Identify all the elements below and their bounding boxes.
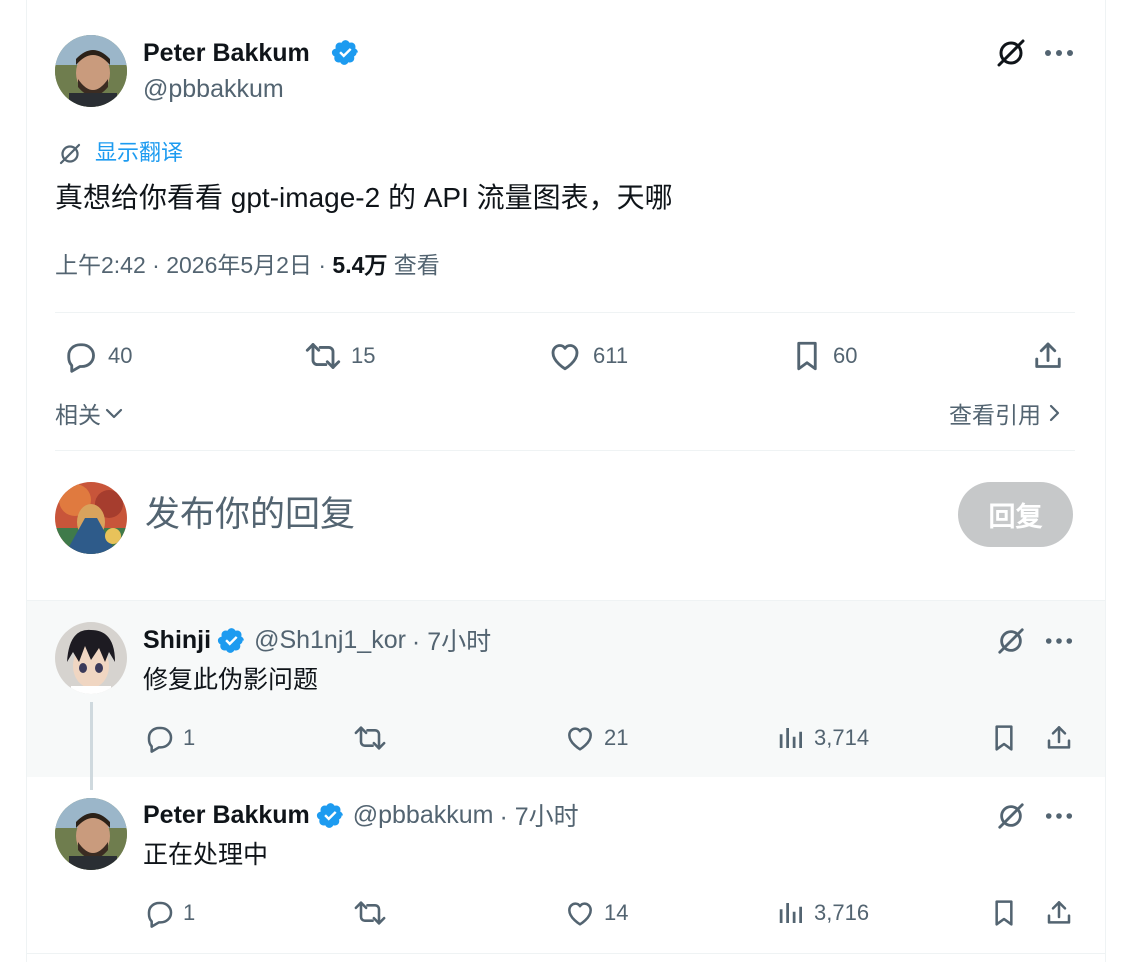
views-count: 3,716 <box>814 900 870 925</box>
main-tweet-meta: 上午2:42 · 2026年5月2日 · 5.4万 查看 <box>55 250 440 280</box>
related-label: 相关 <box>55 402 101 428</box>
reply-button[interactable]: 回复 <box>958 482 1073 547</box>
share-action[interactable] <box>1030 338 1066 374</box>
main-tweet-time[interactable]: 上午2:42 · 2026年5月2日 · <box>55 252 326 278</box>
like-action[interactable]: 611 <box>547 338 628 374</box>
verified-badge-icon <box>316 801 345 830</box>
bookmark-action[interactable] <box>988 897 1020 929</box>
reply2-time[interactable]: · 7小时 <box>499 797 578 833</box>
retweet-action[interactable] <box>352 722 396 754</box>
reply-action[interactable]: 40 <box>62 338 132 374</box>
reply1-thread-line <box>90 702 93 790</box>
like-count: 14 <box>604 900 629 925</box>
reply-action[interactable]: 1 <box>143 897 195 929</box>
related-toggle[interactable]: 相关 <box>55 398 124 428</box>
reply-action[interactable]: 1 <box>143 722 195 754</box>
more-icon[interactable] <box>1042 802 1076 830</box>
views-action[interactable]: 3,714 <box>776 722 869 754</box>
main-author-name[interactable]: Peter Bakkum <box>143 38 310 68</box>
grok-icon[interactable] <box>994 799 1028 833</box>
bookmark-action[interactable] <box>988 722 1020 754</box>
like-action[interactable]: 14 <box>564 897 628 929</box>
chevron-down-icon <box>104 406 124 420</box>
page: Peter Bakkum @pbbakkum 显示翻译 真想给你看看 gpt-i… <box>0 0 1142 962</box>
verified-badge-icon <box>217 626 246 655</box>
reply1-author-name[interactable]: Shinji <box>143 626 211 655</box>
reply2-author-handle[interactable]: @pbbakkum <box>353 801 494 830</box>
grok-icon[interactable] <box>994 624 1028 658</box>
reply2-header: Peter Bakkum @pbbakkum · 7小时 <box>143 797 579 833</box>
current-user-avatar[interactable] <box>55 482 127 554</box>
reply-count: 40 <box>108 343 133 368</box>
reply1-author-avatar[interactable] <box>55 622 127 694</box>
views-count: 3,714 <box>814 725 870 750</box>
divider <box>26 953 1106 954</box>
retweet-action[interactable] <box>352 897 396 929</box>
share-action[interactable] <box>1043 897 1075 929</box>
grok-icon[interactable] <box>993 35 1029 71</box>
more-icon[interactable] <box>1042 627 1076 655</box>
chevron-right-icon <box>1047 403 1061 423</box>
main-author-avatar[interactable] <box>55 35 127 107</box>
like-count: 21 <box>604 725 629 750</box>
reply1-text: 修复此伪影问题 <box>143 666 319 694</box>
views-action[interactable]: 3,716 <box>776 897 869 929</box>
main-tweet-views-label: 查看 <box>393 252 440 278</box>
more-icon[interactable] <box>1042 38 1076 68</box>
reply1-author-handle[interactable]: @Sh1nj1_kor <box>254 626 406 655</box>
view-quotes-label: 查看引用 <box>949 402 1041 428</box>
main-tweet-text: 真想给你看看 gpt-image-2 的 API 流量图表，天哪 <box>55 182 673 213</box>
reply2-text: 正在处理中 <box>143 841 269 869</box>
main-author-handle[interactable]: @pbbakkum <box>143 74 284 104</box>
divider <box>55 450 1075 451</box>
like-count: 611 <box>593 343 629 368</box>
main-tweet-views-count: 5.4万 <box>332 252 388 278</box>
view-quotes-link[interactable]: 查看引用 <box>949 398 1061 428</box>
translate-icon <box>57 141 83 167</box>
bookmark-count: 60 <box>833 343 858 368</box>
divider <box>55 312 1075 313</box>
like-action[interactable]: 21 <box>564 722 628 754</box>
reply1-header: Shinji @Sh1nj1_kor · 7小时 <box>143 622 491 658</box>
reply-input[interactable]: 发布你的回复 <box>145 493 925 537</box>
reply-count: 1 <box>183 900 196 925</box>
reply2-author-avatar[interactable] <box>55 798 127 870</box>
reply2-author-name[interactable]: Peter Bakkum <box>143 801 310 830</box>
retweet-action[interactable]: 15 <box>303 338 375 374</box>
retweet-count: 15 <box>351 343 376 368</box>
reply1-time[interactable]: · 7小时 <box>412 622 491 658</box>
verified-badge-icon <box>331 38 360 67</box>
bookmark-action[interactable]: 60 <box>789 338 857 374</box>
share-action[interactable] <box>1043 722 1075 754</box>
reply-count: 1 <box>183 725 196 750</box>
show-translation-link[interactable]: 显示翻译 <box>95 139 183 167</box>
